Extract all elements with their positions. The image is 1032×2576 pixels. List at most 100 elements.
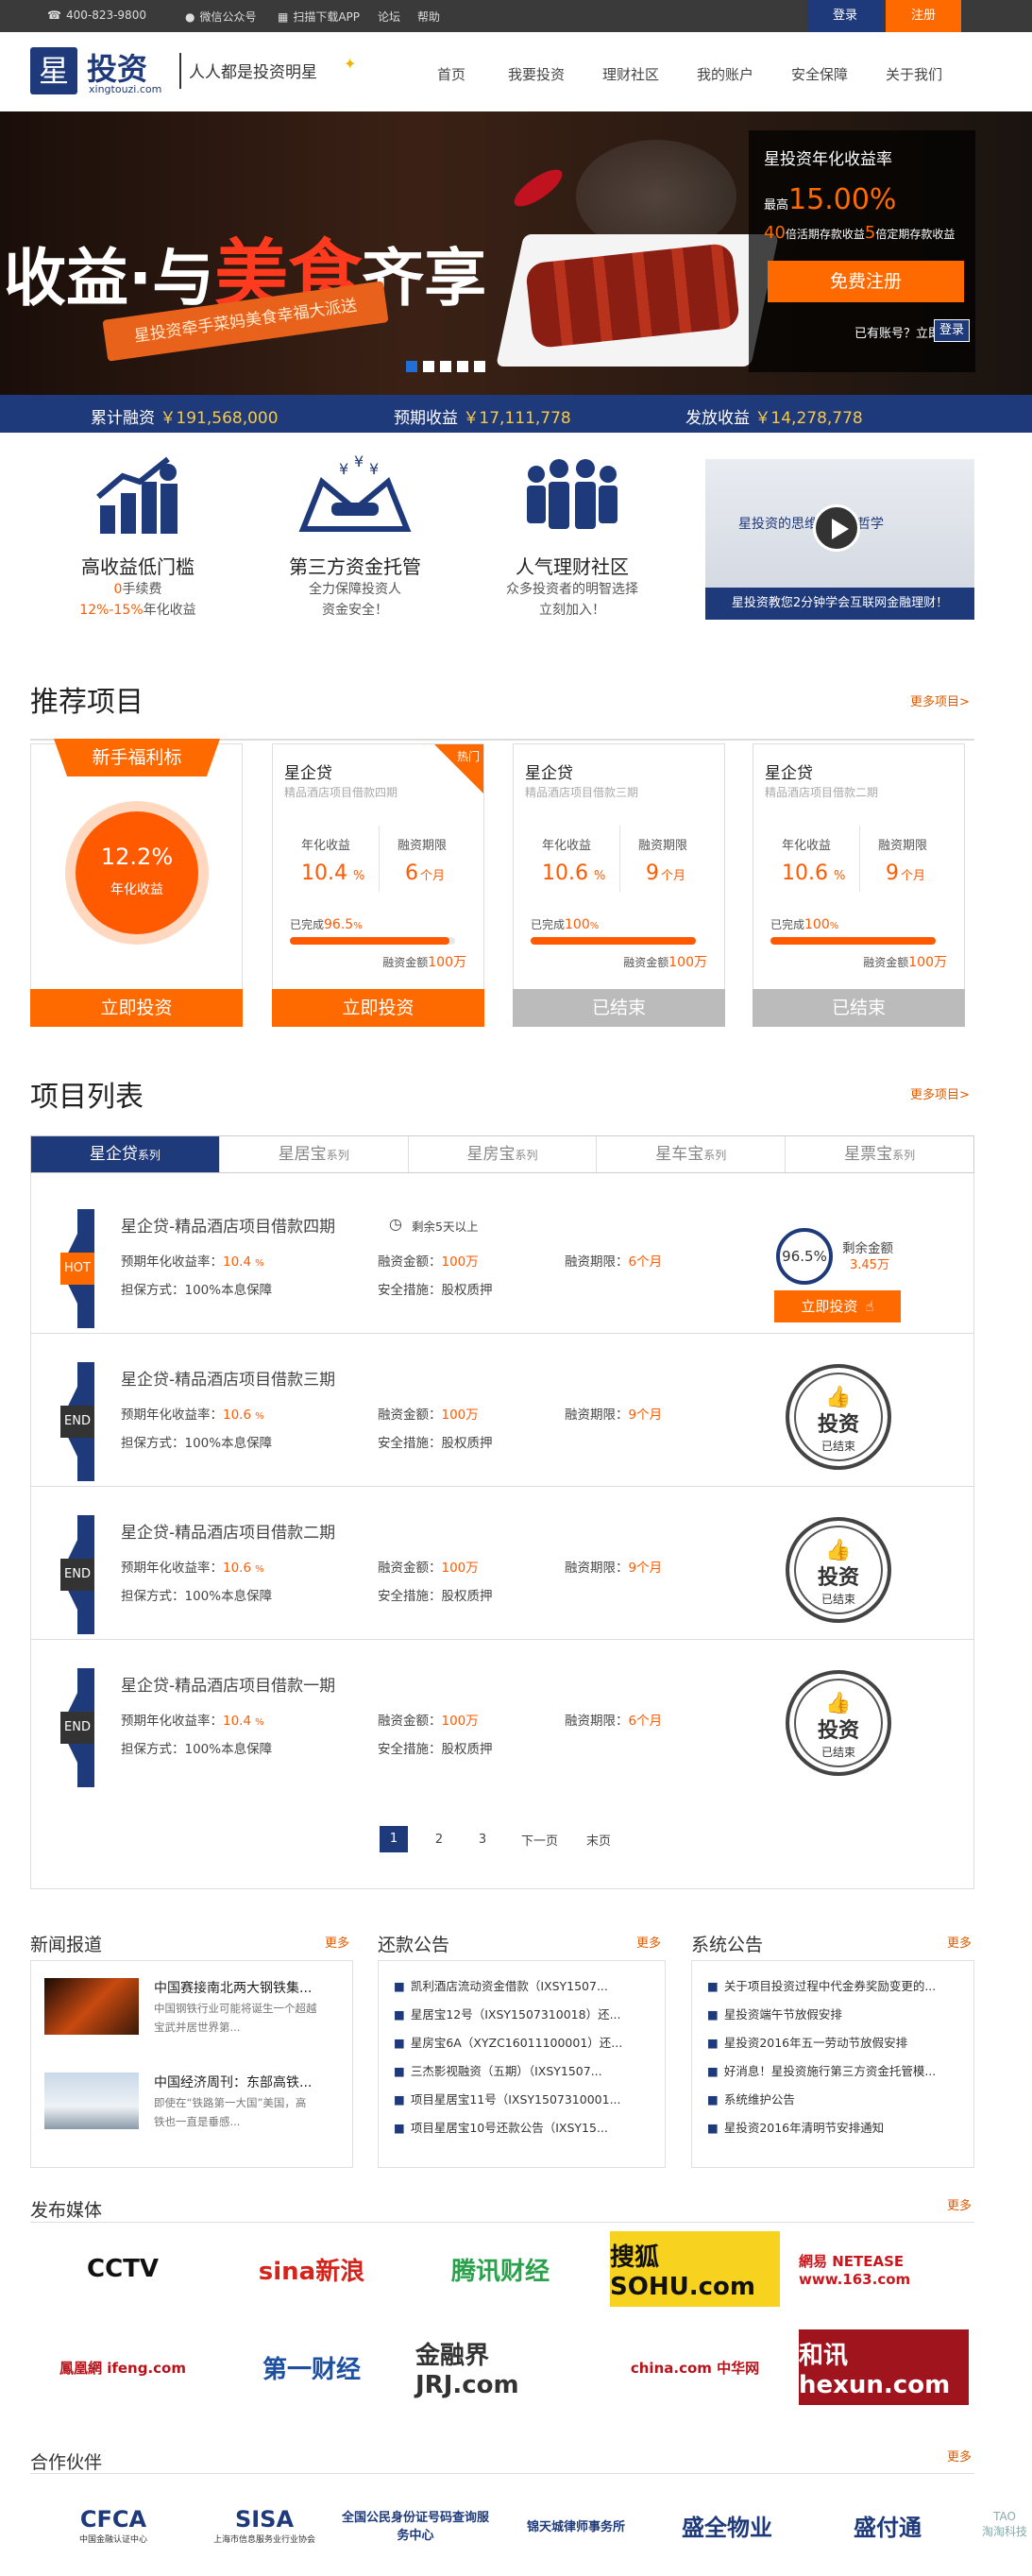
register-button[interactable]: 注册 <box>886 0 961 32</box>
feature-line: 众多投资者的明智选择 <box>506 582 638 597</box>
carousel-dot[interactable] <box>423 361 434 372</box>
news-more-link[interactable]: 更多 <box>325 1933 349 1951</box>
safety-measure: 安全措施：股权质押 <box>378 1742 493 1757</box>
ended-stamp: 👍 投资 已结束 <box>786 1670 891 1776</box>
partner-logo[interactable]: CFCA 中国金融认证中心 <box>38 2482 189 2567</box>
media-logo[interactable]: 鳳凰網 ifeng.com <box>38 2329 208 2405</box>
bullet-icon: ■ <box>394 2064 405 2078</box>
app-download-link[interactable]: ▦ 扫描下载APP <box>278 9 360 25</box>
media-logo[interactable]: 金融界 JRJ.com <box>415 2329 585 2405</box>
media-logo[interactable]: 和讯 hexun.com <box>799 2329 969 2405</box>
feature-title: 第三方资金托管 <box>289 555 421 578</box>
media-logo[interactable]: sina新浪 <box>227 2231 397 2307</box>
repay-notice-item[interactable]: ■ 三杰影视融资（五期）（IXSY1507... <box>394 2057 650 2086</box>
forum-link[interactable]: 论坛 <box>378 9 400 25</box>
news-thumbnail[interactable] <box>44 1978 139 2035</box>
tab-xingfangbao[interactable]: 星房宝系列 <box>409 1136 598 1172</box>
project-row[interactable]: END 星企贷-精品酒店项目借款三期 预期年化收益率：10.6% 融资金额：100万 融… <box>30 1334 974 1487</box>
intro-video[interactable]: 星投资的思维与投资哲学 星投资教您2分钟学会互联网金融理财！ <box>705 459 974 620</box>
partner-logo[interactable]: SISA 上海市信息服务业行业协会 <box>189 2482 340 2567</box>
nav-account[interactable]: 我的账户 <box>697 64 753 84</box>
repay-box: ■ 凯利酒店流动资金借款（IXSY1507... ■ 星居宝12号（IXSY15073… <box>378 1960 666 2168</box>
media-logo[interactable]: 腾讯财经 <box>415 2231 585 2307</box>
help-link[interactable]: 帮助 <box>417 9 440 25</box>
financing-term: 融资期限：6个月 <box>565 1714 663 1729</box>
login-button[interactable]: 登录 <box>807 0 883 32</box>
repay-notice-item[interactable]: ■ 星房宝6A（XYZC16011100001）还... <box>394 2029 650 2057</box>
rate-label: 年化收益 <box>782 839 832 853</box>
invest-now-button[interactable]: 立即投资 ☝ <box>774 1290 901 1322</box>
repay-notice-item[interactable]: ■ 项目星居宝10号还款公告（IXSY15... <box>394 2114 650 2142</box>
partner-logo[interactable]: 盛全物业 <box>651 2482 803 2567</box>
media-logo[interactable]: 第一财经 <box>227 2329 397 2405</box>
partners-title: 合作伙伴 <box>30 2452 103 2473</box>
system-notice-item[interactable]: ■ 关于项目投资过程中代金券奖励变更的... <box>707 1972 958 2001</box>
repay-more-link[interactable]: 更多 <box>636 1933 661 1951</box>
recommend-more-link[interactable]: 更多项目> <box>910 691 970 709</box>
partner-logo[interactable]: 盛付通 <box>812 2482 963 2567</box>
amount-text: 融资金额100万 <box>863 955 947 970</box>
expected-rate: 预期年化收益率：10.4% <box>121 1714 264 1729</box>
project-row[interactable]: HOT 星企贷-精品酒店项目借款四期 ◷ 剩余5天以上 预期年化收益率：10.4% 融资金… <box>30 1181 974 1334</box>
media-logo[interactable]: china.com 中华网 <box>610 2329 780 2405</box>
news-thumbnail[interactable] <box>44 2073 139 2129</box>
page-2[interactable]: 2 <box>427 1833 451 1847</box>
hero-banner[interactable]: 收益·与美食齐享 星投资牵手菜妈美食幸福大派送 星投资年化收益率 最高15.00… <box>0 111 1032 395</box>
project-title[interactable]: 星企贷-精品酒店项目借款一期 <box>121 1672 335 1696</box>
carousel-dot[interactable] <box>474 361 485 372</box>
partner-logo[interactable]: 全国公民身份证号码查询服务中心 <box>340 2482 491 2567</box>
project-title[interactable]: 星企贷-精品酒店项目借款二期 <box>121 1519 335 1543</box>
news-headline[interactable]: 中国经济周刊：东部高铁... <box>154 2073 312 2091</box>
news-headline[interactable]: 中国赛接南北两大钢铁集... <box>154 1978 312 1997</box>
status-flag: END <box>60 1515 94 1634</box>
newbie-invest-button[interactable]: 立即投资 <box>30 989 243 1027</box>
repay-notice-item[interactable]: ■ 星居宝12号（IXSY1507310018）还... <box>394 2001 650 2029</box>
nav-invest[interactable]: 我要投资 <box>508 64 565 84</box>
media-logo[interactable]: CCTV <box>38 2231 208 2307</box>
logo-mark[interactable]: 星 <box>30 47 77 94</box>
project-list-more-link[interactable]: 更多项目> <box>910 1084 970 1102</box>
tab-xingchebao[interactable]: 星车宝系列 <box>597 1136 787 1172</box>
nav-about[interactable]: 关于我们 <box>886 64 942 84</box>
system-notice-item[interactable]: ■ 星投资端午节放假安排 <box>707 2001 958 2029</box>
system-more-link[interactable]: 更多 <box>947 1933 972 1951</box>
last-page[interactable]: 末页 <box>586 1831 611 1849</box>
wechat-link[interactable]: ● 微信公众号 <box>185 9 257 25</box>
carousel-dot[interactable] <box>406 361 417 372</box>
partner-logo[interactable]: 锦天城律师事务所 <box>500 2482 651 2567</box>
carousel-dot[interactable] <box>457 361 468 372</box>
panel-login-button[interactable]: 登录 <box>934 319 970 342</box>
repay-notice-item[interactable]: ■ 凯利酒店流动资金借款（IXSY1507... <box>394 1972 650 2001</box>
media-logo[interactable]: 搜狐 SOHU.com <box>610 2231 780 2307</box>
project-title[interactable]: 星企贷-精品酒店项目借款四期 <box>121 1213 335 1237</box>
feature-line: 立刻加入！ <box>539 603 605 618</box>
system-notice-item[interactable]: ■ 系统维护公告 <box>707 2086 958 2114</box>
tab-xingpiaobao[interactable]: 星票宝系列 <box>786 1136 973 1172</box>
repay-notice-item[interactable]: ■ 项目星居宝11号（IXSY1507310001... <box>394 2086 650 2114</box>
tab-xingjubao[interactable]: 星居宝系列 <box>220 1136 409 1172</box>
page-3[interactable]: 3 <box>470 1833 495 1847</box>
carousel-dot[interactable] <box>440 361 451 372</box>
system-notice-item[interactable]: ■ 星投资2016年五一劳动节放假安排 <box>707 2029 958 2057</box>
invest-button[interactable]: 立即投资 <box>272 989 484 1027</box>
media-logo[interactable]: 網易 NETEASE www.163.com <box>799 2231 969 2307</box>
project-row[interactable]: END 星企贷-精品酒店项目借款二期 预期年化收益率：10.6% 融资金额：100万 融… <box>30 1487 974 1640</box>
next-page[interactable]: 下一页 <box>521 1831 558 1849</box>
nav-security[interactable]: 安全保障 <box>791 64 848 84</box>
free-register-button[interactable]: 免费注册 <box>768 261 964 302</box>
logo-domain: xingtouzi.com <box>89 83 162 95</box>
system-notice-item[interactable]: ■ 星投资2016年清明节安排通知 <box>707 2114 958 2142</box>
news-desc: 中国钢铁行业可能将诞生一个超越 <box>154 2002 317 2015</box>
system-notice-item[interactable]: ■ 好消息！星投资施行第三方资金托管模... <box>707 2057 958 2086</box>
page-1[interactable]: 1 <box>380 1826 408 1852</box>
safety-measure: 安全措施：股权质押 <box>378 1436 493 1451</box>
project-title[interactable]: 星企贷-精品酒店项目借款三期 <box>121 1366 335 1390</box>
nav-home[interactable]: 首页 <box>437 64 465 84</box>
project-row[interactable]: END 星企贷-精品酒店项目借款一期 预期年化收益率：10.4% 融资金额：100万 融… <box>30 1640 974 1793</box>
tab-xingqidai[interactable]: 星企贷系列 <box>31 1136 220 1172</box>
media-more-link[interactable]: 更多 <box>947 2195 972 2213</box>
nav-community[interactable]: 理财社区 <box>602 64 659 84</box>
project-list-title: 项目列表 <box>30 1081 144 1114</box>
play-icon[interactable] <box>813 504 860 552</box>
partners-more-link[interactable]: 更多 <box>947 2447 972 2465</box>
